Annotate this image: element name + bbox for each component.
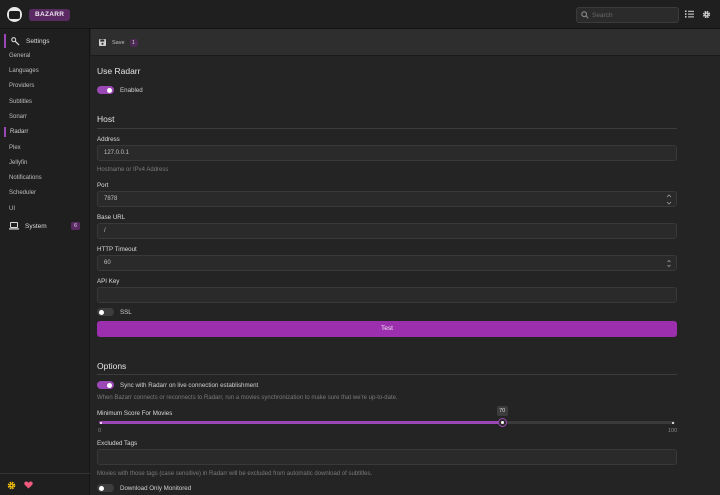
ssl-label: SSL	[120, 309, 132, 316]
min-score-tooltip: 70	[496, 406, 508, 416]
options-divider	[97, 374, 677, 375]
list-check-icon[interactable]	[685, 10, 694, 18]
excluded-tags-label: Excluded Tags	[97, 440, 138, 447]
sidebar: Settings General Languages Providers Sub…	[0, 29, 90, 495]
base-url-input[interactable]: /	[97, 223, 677, 239]
port-label: Port	[97, 182, 109, 189]
excluded-tags-hint: Movies with those tags (case sensitive) …	[97, 471, 373, 477]
sidebar-group-system[interactable]: System 6	[4, 219, 86, 233]
download-monitored-label: Download Only Monitored	[120, 485, 192, 492]
bazarr-logo-icon[interactable]	[7, 7, 22, 22]
gear-icon[interactable]	[702, 10, 711, 19]
host-title: Host	[97, 114, 115, 124]
search-icon	[581, 11, 589, 19]
timeout-stepper-icon[interactable]	[666, 257, 672, 270]
sidebar-item-scheduler[interactable]: Scheduler	[9, 188, 36, 198]
min-score-slider-fill	[99, 421, 503, 424]
settings-gear-icon[interactable]	[7, 481, 16, 490]
min-score-slider[interactable]	[99, 421, 675, 424]
min-score-min-label: 0	[98, 428, 102, 434]
toolbar: Save 1	[91, 29, 720, 56]
port-input[interactable]: 7878	[97, 191, 677, 207]
wrench-icon	[11, 36, 20, 46]
options-title: Options	[97, 361, 127, 371]
http-timeout-value: 60	[104, 260, 111, 266]
sidebar-item-languages[interactable]: Languages	[9, 66, 39, 76]
http-timeout-label: HTTP Timeout	[97, 246, 137, 253]
test-button[interactable]: Test	[97, 321, 677, 337]
address-label: Address	[97, 136, 120, 143]
base-url-label: Base URL	[97, 214, 126, 221]
api-key-input[interactable]	[97, 287, 677, 303]
sidebar-item-notifications[interactable]: Notifications	[9, 173, 42, 183]
sidebar-item-sonarr[interactable]: Sonarr	[9, 112, 27, 122]
top-header: BAZARR	[0, 0, 720, 29]
sidebar-footer	[0, 473, 90, 495]
sidebar-item-providers[interactable]: Providers	[9, 81, 34, 91]
api-key-label: API Key	[97, 278, 120, 285]
laptop-icon	[9, 222, 19, 230]
http-timeout-input[interactable]: 60	[97, 255, 677, 271]
slider-start-dot	[100, 421, 102, 424]
min-score-label: Minimum Score For Movies	[97, 410, 173, 417]
brand-badge[interactable]: BAZARR	[29, 9, 71, 21]
sidebar-group-settings[interactable]: Settings	[4, 34, 86, 48]
sync-hint: When Bazarr connects or reconnects to Ra…	[97, 395, 398, 401]
settings-content: Use Radarr Enabled Host Address 127.0.0.…	[91, 56, 720, 495]
system-badge: 6	[71, 222, 80, 230]
search-input[interactable]	[592, 10, 676, 20]
address-hint: Hostname or IPv4 Address	[97, 167, 169, 173]
heart-icon[interactable]	[24, 481, 33, 489]
sidebar-item-general[interactable]: General	[9, 51, 30, 61]
sidebar-item-jellyfin[interactable]: Jellyfin	[9, 158, 27, 168]
sidebar-item-subtitles[interactable]: Subtitles	[9, 97, 32, 107]
sidebar-item-ui[interactable]: UI	[9, 204, 15, 214]
save-button[interactable]: Save 1	[99, 37, 138, 48]
port-stepper-icon[interactable]	[666, 193, 672, 206]
download-monitored-toggle[interactable]	[97, 484, 114, 492]
sync-toggle[interactable]	[97, 381, 114, 389]
search-box[interactable]	[576, 7, 679, 23]
enabled-toggle[interactable]	[97, 86, 114, 94]
sync-label: Sync with Radarr on live connection esta…	[120, 382, 259, 389]
sidebar-settings-label: Settings	[26, 37, 50, 45]
address-input[interactable]: 127.0.0.1	[97, 145, 677, 161]
floppy-disk-icon	[99, 39, 106, 46]
save-count-badge: 1	[129, 38, 138, 47]
excluded-tags-input[interactable]	[97, 449, 677, 465]
min-score-slider-thumb[interactable]	[498, 419, 506, 426]
ssl-toggle[interactable]	[97, 308, 114, 316]
sidebar-system-label: System	[25, 222, 47, 230]
slider-end-dot	[672, 421, 674, 424]
enabled-label: Enabled	[120, 87, 143, 94]
save-label: Save	[112, 39, 125, 46]
sidebar-item-radarr[interactable]: Radarr	[4, 127, 28, 137]
sidebar-item-plex[interactable]: Plex	[9, 143, 21, 153]
port-value: 7878	[104, 196, 118, 202]
min-score-max-label: 100	[668, 428, 678, 434]
use-radarr-title: Use Radarr	[97, 66, 141, 76]
host-divider	[97, 128, 677, 129]
